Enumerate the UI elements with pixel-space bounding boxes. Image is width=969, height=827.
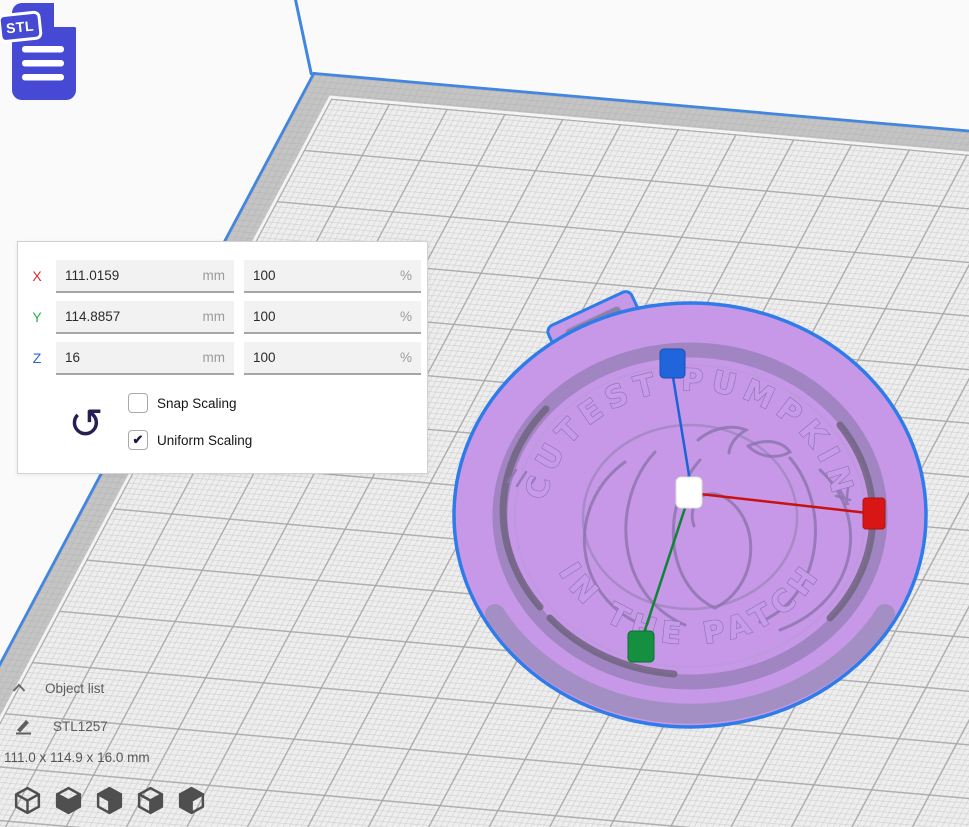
z-mm-input[interactable] xyxy=(56,342,185,373)
x-mm-input[interactable] xyxy=(56,260,185,291)
object-list-item[interactable]: STL1257 xyxy=(53,719,108,734)
mold-model[interactable]: CUTEST PUMPKIN IN THE PATCH xyxy=(452,301,928,729)
z-mm-field[interactable]: mm xyxy=(56,342,234,375)
top-view-icon[interactable] xyxy=(96,785,123,816)
stl-badge: STL xyxy=(0,10,43,43)
uniform-scaling-label: Uniform Scaling xyxy=(157,432,253,448)
x-percent-input[interactable] xyxy=(244,260,373,291)
mm-unit-label: mm xyxy=(202,268,226,283)
stl-badge-text: STL xyxy=(5,17,34,36)
scale-handle-y[interactable] xyxy=(627,630,655,663)
y-mm-field[interactable]: mm xyxy=(56,301,234,334)
reset-scale-icon[interactable]: ↺ xyxy=(64,402,108,450)
scale-row-z: Z mm % xyxy=(28,342,421,375)
chevron-up-icon[interactable] xyxy=(12,683,26,693)
pencil-icon xyxy=(16,720,31,735)
axis-z-label: Z xyxy=(32,350,42,366)
percent-unit-label: % xyxy=(399,350,412,365)
scale-handle-center[interactable] xyxy=(675,476,703,509)
mm-unit-label: mm xyxy=(202,309,226,324)
scale-row-x: X mm % xyxy=(28,260,421,293)
z-percent-field[interactable]: % xyxy=(244,342,421,375)
front-view-icon[interactable] xyxy=(55,785,82,816)
right-side-view-icon[interactable] xyxy=(178,785,205,816)
snap-scaling-checkbox[interactable] xyxy=(128,393,148,413)
percent-unit-label: % xyxy=(399,309,412,324)
z-percent-input[interactable] xyxy=(244,342,373,373)
folded-corner xyxy=(54,2,76,27)
mm-unit-label: mm xyxy=(202,350,226,365)
axis-x-label: X xyxy=(32,268,42,284)
x-percent-field[interactable]: % xyxy=(244,260,421,293)
axis-y-label: Y xyxy=(32,309,42,325)
stl-file-icon: STL xyxy=(0,2,76,100)
scale-row-y: Y mm % xyxy=(28,301,421,334)
scale-handle-x[interactable] xyxy=(862,497,886,530)
3d-view-icon[interactable] xyxy=(14,785,41,816)
uniform-scaling-checkbox[interactable]: ✔ xyxy=(128,430,148,450)
y-percent-field[interactable]: % xyxy=(244,301,421,334)
object-list-toggle[interactable]: Object list xyxy=(45,681,104,696)
view-toolbar xyxy=(14,785,205,816)
left-side-view-icon[interactable] xyxy=(137,785,164,816)
percent-unit-label: % xyxy=(399,268,412,283)
y-percent-input[interactable] xyxy=(244,301,373,332)
document-lines xyxy=(22,46,64,81)
uniform-scaling-row: ✔ Uniform Scaling xyxy=(128,430,252,450)
scale-tool-panel: X mm % Y mm % Z mm xyxy=(17,241,428,474)
y-mm-input[interactable] xyxy=(56,301,185,332)
x-mm-field[interactable]: mm xyxy=(56,260,234,293)
snap-scaling-row: Snap Scaling xyxy=(128,393,237,413)
scale-handle-z[interactable] xyxy=(659,348,686,379)
snap-scaling-label: Snap Scaling xyxy=(157,395,237,411)
model-dimensions-label: 111.0 x 114.9 x 16.0 mm xyxy=(4,750,150,765)
viewport[interactable]: CUTEST PUMPKIN IN THE PATCH STL X 111.01… xyxy=(0,0,969,827)
